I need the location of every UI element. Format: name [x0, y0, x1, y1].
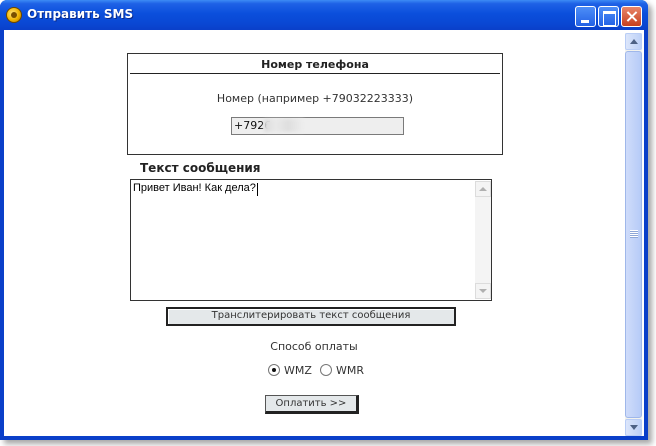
scroll-up-button[interactable] [625, 33, 642, 50]
textarea-scroll-down-button[interactable] [475, 283, 491, 299]
textarea-scroll-up-button[interactable] [475, 181, 491, 197]
maximize-button[interactable] [598, 6, 619, 27]
scroll-thumb[interactable] [625, 51, 642, 418]
text-caret [257, 183, 258, 196]
transliterate-button[interactable]: Транслитерировать текст сообщения [166, 307, 456, 326]
message-label: Текст сообщения [140, 161, 261, 175]
phone-input[interactable]: +7926 [231, 117, 404, 135]
phone-panel: Номер телефона Номер (например +79032223… [127, 53, 503, 155]
wmr-radio[interactable] [320, 364, 332, 376]
message-textarea[interactable]: Привет Иван! Как дела? [130, 179, 492, 301]
pay-button[interactable]: Оплатить >> [265, 395, 359, 414]
phone-redacted-digits [264, 119, 304, 132]
message-text: Привет Иван! Как дела? [133, 182, 256, 194]
window-title: Отправить SMS [27, 7, 134, 21]
scroll-down-button[interactable] [625, 419, 642, 436]
wmz-label[interactable]: WMZ [284, 364, 312, 377]
webmoney-icon [6, 7, 22, 23]
payment-method-label: Способ оплаты [270, 340, 358, 353]
close-button[interactable] [621, 6, 642, 27]
wmr-label[interactable]: WMR [336, 364, 364, 377]
phone-hint: Номер (например +79032223333) [216, 92, 414, 105]
window-scrollbar[interactable] [625, 33, 642, 436]
textarea-scrollbar[interactable] [475, 181, 491, 299]
title-bar[interactable]: Отправить SMS [0, 0, 648, 30]
wmz-radio[interactable] [268, 364, 280, 376]
grip-icon [630, 230, 638, 238]
phone-panel-header: Номер телефона [130, 58, 500, 74]
sms-window: Отправить SMS Номер телефона Номер (напр… [0, 0, 648, 440]
window-content: Номер телефона Номер (например +79032223… [4, 30, 644, 436]
minimize-button[interactable] [575, 6, 596, 27]
